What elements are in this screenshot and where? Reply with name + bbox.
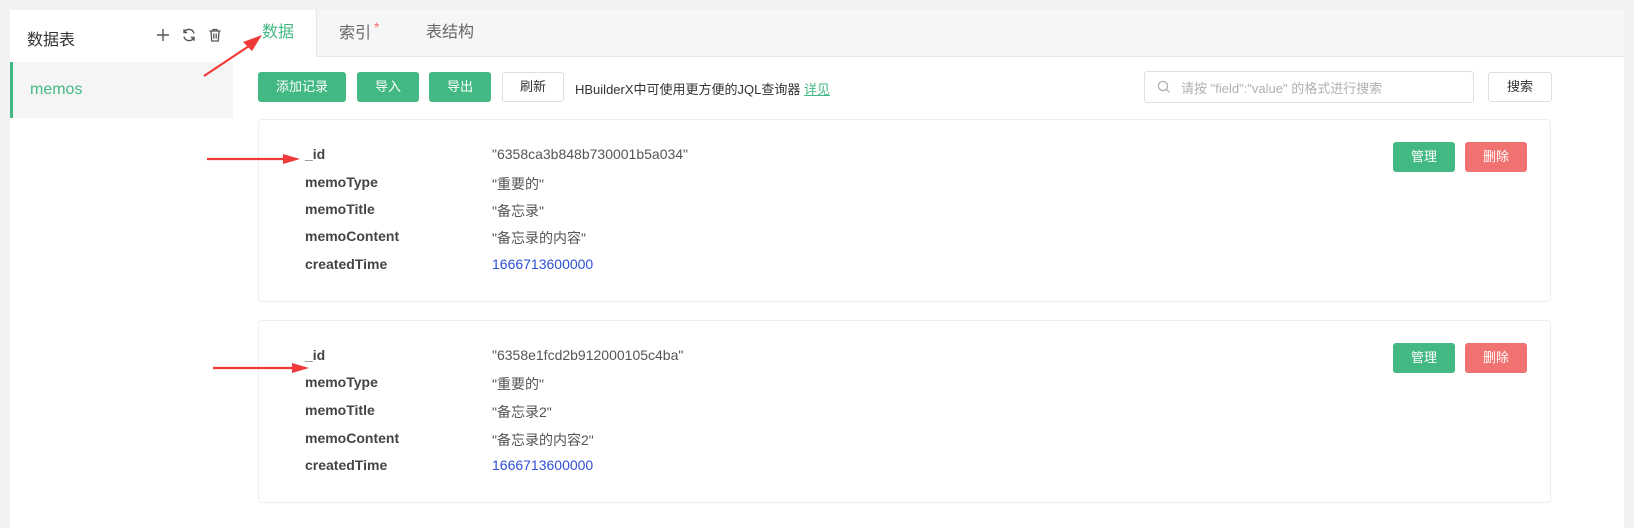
plus-icon[interactable] xyxy=(154,26,172,44)
field-key: memoContent xyxy=(305,430,400,446)
field-key: memoTitle xyxy=(305,402,375,418)
delete-button[interactable]: 删除 xyxy=(1465,343,1527,373)
tab-schema[interactable]: 表结构 xyxy=(404,10,496,56)
field-key: memoTitle xyxy=(305,201,375,217)
import-button[interactable]: 导入 xyxy=(357,72,419,102)
sidebar-title: 数据表 xyxy=(27,32,76,49)
search-input[interactable] xyxy=(1179,72,1468,104)
jql-hint: HBuilderX中可使用更方便的JQL查询器 详见 xyxy=(575,79,830,98)
delete-button[interactable]: 删除 xyxy=(1465,142,1527,172)
manage-button[interactable]: 管理 xyxy=(1393,343,1455,373)
manage-button[interactable]: 管理 xyxy=(1393,142,1455,172)
trash-icon[interactable] xyxy=(206,26,224,44)
field-key: _id xyxy=(305,146,326,162)
field-key: _id xyxy=(305,347,326,363)
record-card: _id "6358ca3b848b730001b5a034" memoType … xyxy=(258,119,1551,302)
tab-label: 数据 xyxy=(262,24,295,41)
tab-data[interactable]: 数据 xyxy=(240,10,318,57)
refresh-icon[interactable] xyxy=(180,26,198,44)
sidebar-actions xyxy=(154,26,224,44)
field-key: createdTime xyxy=(305,457,388,473)
field-value: "6358e1fcd2b912000105c4ba" xyxy=(492,347,684,363)
field-value: "备忘录2" xyxy=(492,404,552,420)
field-key: memoContent xyxy=(305,228,400,244)
add-record-button[interactable]: 添加记录 xyxy=(258,72,346,102)
field-key: createdTime xyxy=(305,256,388,272)
tab-bar: 数据 索引 * 表结构 xyxy=(240,10,1624,57)
sidebar-item-label: memos xyxy=(30,81,83,98)
refresh-button[interactable]: 刷新 xyxy=(502,72,564,102)
field-value: "备忘录的内容" xyxy=(492,230,586,246)
unsaved-marker: * xyxy=(374,19,380,35)
field-value: 1666713600000 xyxy=(492,256,594,272)
jql-hint-text: HBuilderX中可使用更方便的JQL查询器 xyxy=(575,82,801,97)
search-icon xyxy=(1157,80,1171,94)
tab-label: 表结构 xyxy=(426,24,475,41)
app-window: 数据表 memos 数据 索引 * 表结构 添加记录 导入 导出 刷新 HBui… xyxy=(10,10,1624,528)
details-link[interactable]: 详见 xyxy=(804,82,830,97)
sidebar: 数据表 memos xyxy=(10,10,241,528)
search-button[interactable]: 搜索 xyxy=(1488,72,1552,102)
main-panel: 数据 索引 * 表结构 添加记录 导入 导出 刷新 HBuilderX中可使用更方… xyxy=(240,10,1624,528)
field-value: "备忘录的内容2" xyxy=(492,432,594,448)
field-value: "备忘录" xyxy=(492,203,544,219)
record-card: _id "6358e1fcd2b912000105c4ba" memoType … xyxy=(258,320,1551,503)
field-value: "6358ca3b848b730001b5a034" xyxy=(492,146,689,162)
search-box xyxy=(1144,71,1474,104)
field-value: "重要的" xyxy=(492,376,544,392)
field-value: "重要的" xyxy=(492,176,544,192)
field-key: memoType xyxy=(305,174,378,190)
sidebar-header: 数据表 xyxy=(10,10,240,62)
field-value: 1666713600000 xyxy=(492,457,594,473)
field-key: memoType xyxy=(305,374,378,390)
toolbar: 添加记录 导入 导出 刷新 HBuilderX中可使用更方便的JQL查询器 详见… xyxy=(258,71,1624,104)
sidebar-item-memos[interactable]: memos xyxy=(10,62,233,118)
tab-index[interactable]: 索引 * xyxy=(317,10,401,56)
tab-label: 索引 xyxy=(339,25,372,42)
export-button[interactable]: 导出 xyxy=(429,72,491,102)
